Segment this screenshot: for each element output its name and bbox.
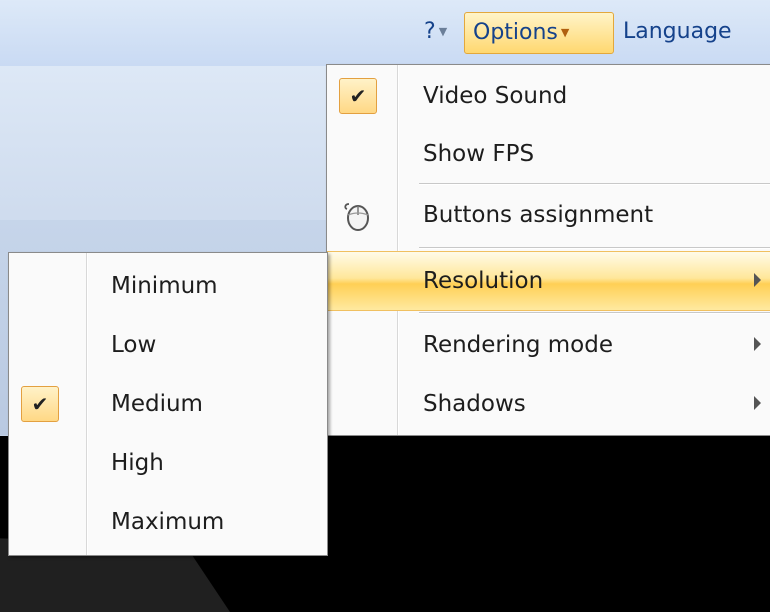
menu-separator <box>419 183 770 185</box>
help-menu-button[interactable]: ? ▼ <box>416 12 466 54</box>
menu-item-buttons-assignment[interactable]: Buttons assignment <box>327 186 770 244</box>
options-menu: ✔ Video Sound Show FPS Buttons assignmen… <box>326 64 770 436</box>
menu-item-show-fps[interactable]: Show FPS <box>327 125 770 183</box>
menu-item-label: Medium <box>111 391 203 417</box>
menu-separator <box>419 247 770 249</box>
menu-item-label: Maximum <box>111 509 225 535</box>
menu-item-label: High <box>111 450 164 476</box>
menu-item-label: Buttons assignment <box>423 202 654 228</box>
options-menu-button[interactable]: Options ▼ <box>464 12 614 54</box>
menu-item-rendering-mode[interactable]: Rendering mode <box>327 316 770 374</box>
menu-item-resolution[interactable]: Resolution <box>327 251 770 311</box>
options-label: Options <box>473 20 558 45</box>
submenu-arrow-icon <box>754 273 761 287</box>
menu-item-label: Minimum <box>111 273 218 299</box>
menu-item-medium[interactable]: ✔ Medium <box>9 375 327 433</box>
menu-item-label: Shadows <box>423 391 526 417</box>
menu-item-label: Show FPS <box>423 141 535 167</box>
language-menu-button[interactable]: Language <box>615 12 770 54</box>
menu-item-low[interactable]: Low <box>9 316 327 374</box>
menu-item-label: Video Sound <box>423 83 568 109</box>
menu-item-high[interactable]: High <box>9 434 327 492</box>
menu-item-maximum[interactable]: Maximum <box>9 493 327 551</box>
dropdown-arrow-icon: ▼ <box>438 25 448 38</box>
menu-bar: ? ▼ Options ▼ Language <box>0 0 770 67</box>
language-label: Language <box>623 19 732 44</box>
submenu-arrow-icon <box>754 337 761 351</box>
submenu-arrow-icon <box>754 396 761 410</box>
menu-item-label: Low <box>111 332 157 358</box>
menu-item-minimum[interactable]: Minimum <box>9 257 327 315</box>
mouse-icon <box>344 203 369 231</box>
help-label: ? <box>424 19 436 44</box>
menu-separator <box>419 312 770 314</box>
checkmark-icon: ✔ <box>21 386 59 422</box>
menu-item-label: Rendering mode <box>423 332 613 358</box>
resolution-submenu: Minimum Low ✔ Medium High Maximum <box>8 252 328 556</box>
menu-item-shadows[interactable]: Shadows <box>327 375 770 433</box>
dropdown-arrow-icon: ▼ <box>560 26 570 39</box>
checkmark-icon: ✔ <box>339 78 377 114</box>
menu-item-video-sound[interactable]: ✔ Video Sound <box>327 67 770 125</box>
menu-item-label: Resolution <box>423 268 544 294</box>
